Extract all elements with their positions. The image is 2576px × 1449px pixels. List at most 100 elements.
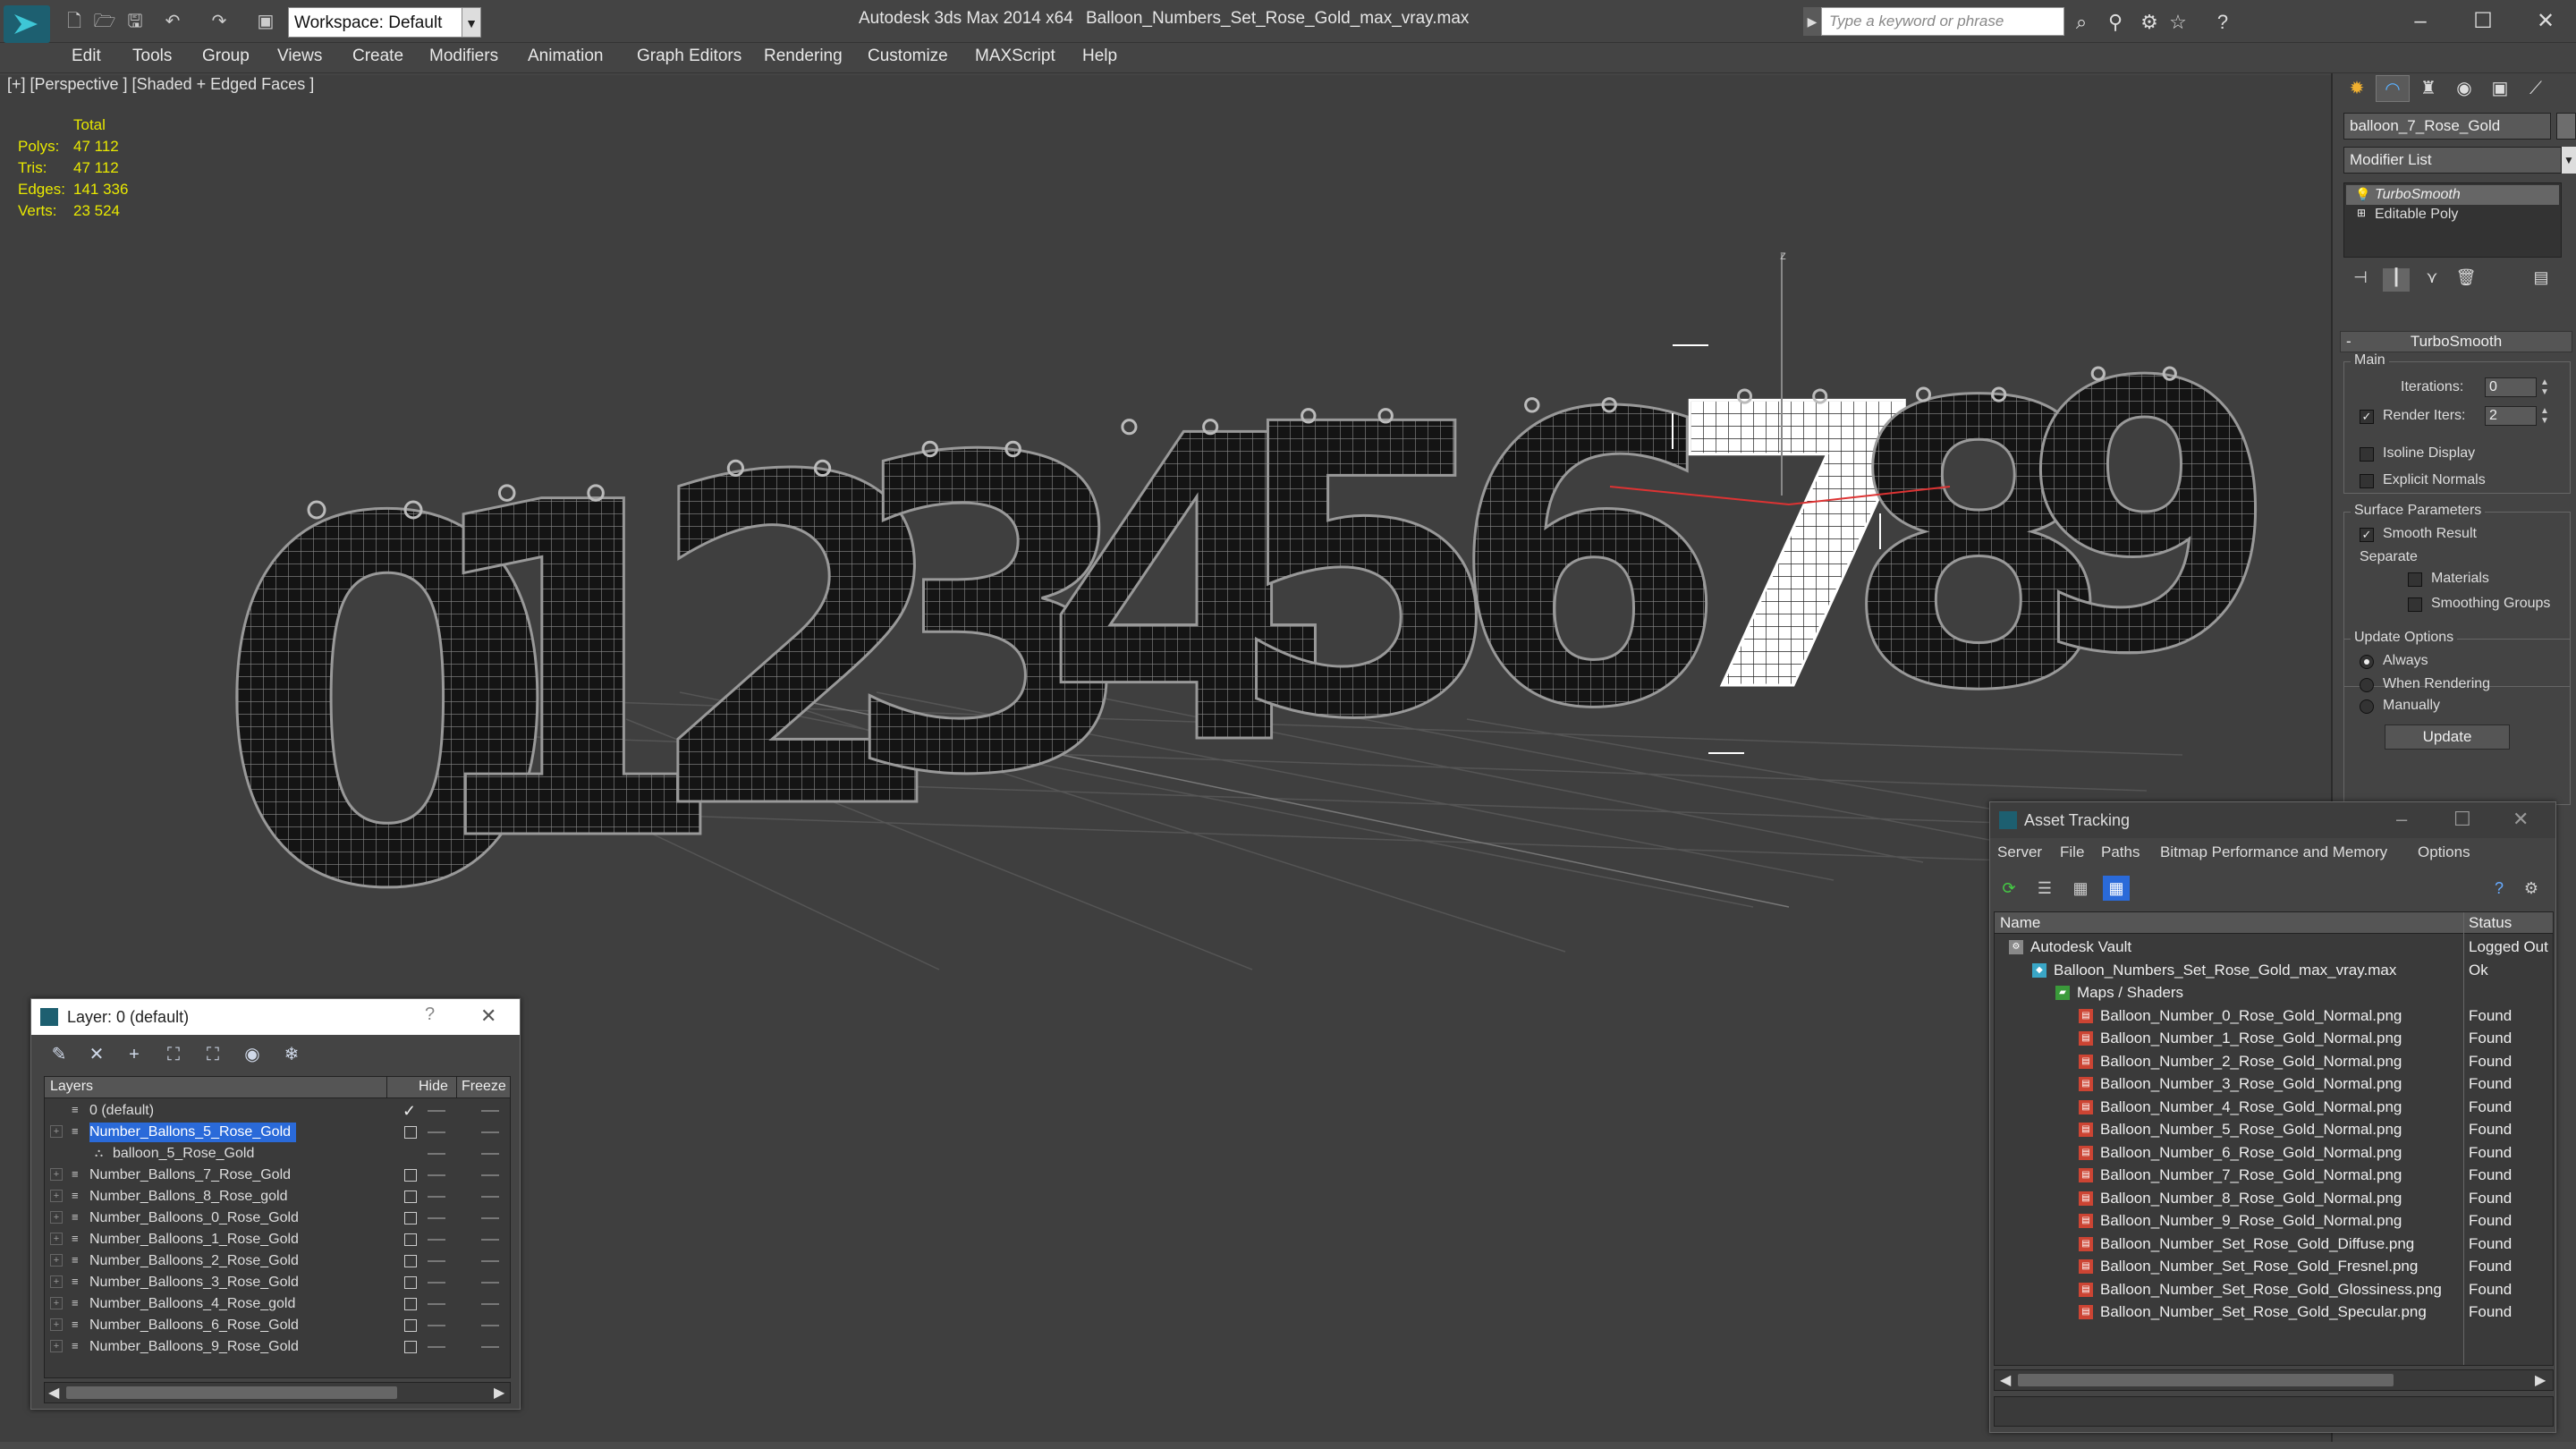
always-radio[interactable] xyxy=(2360,655,2374,669)
hide-dash[interactable] xyxy=(428,1110,445,1112)
expand-icon[interactable]: + xyxy=(50,1254,63,1267)
asset-row[interactable]: ▤ Balloon_Number_6_Rose_Gold_Normal.png Fo… xyxy=(1995,1141,2553,1164)
asset-name[interactable]: Balloon_Number_Set_Rose_Gold_Specular.pn… xyxy=(2100,1301,2427,1323)
save-file-icon[interactable]: 🖫 xyxy=(123,11,147,32)
freeze-dash[interactable] xyxy=(481,1282,499,1284)
help-icon[interactable]: ? xyxy=(2209,9,2236,36)
freeze-dash[interactable] xyxy=(481,1131,499,1133)
scroll-thumb[interactable] xyxy=(66,1386,397,1399)
display-tab-icon[interactable]: ▣ xyxy=(2483,75,2517,102)
freeze-dash[interactable] xyxy=(481,1325,499,1326)
asset-name[interactable]: Balloon_Number_6_Rose_Gold_Normal.png xyxy=(2100,1141,2402,1164)
hide-toggle[interactable] xyxy=(404,1319,417,1332)
asset-row[interactable]: ▤ Balloon_Number_4_Rose_Gold_Normal.png Fo… xyxy=(1995,1096,2553,1118)
search-input[interactable]: Type a keyword or phrase xyxy=(1821,7,2064,36)
layer-name[interactable]: Number_Balloons_2_Rose_Gold xyxy=(89,1251,304,1271)
materials-checkbox[interactable] xyxy=(2408,572,2422,587)
col-name[interactable]: Name xyxy=(2000,914,2040,932)
expand-icon[interactable]: + xyxy=(50,1318,63,1331)
asset-row[interactable]: ▤ Balloon_Number_1_Rose_Gold_Normal.png Fo… xyxy=(1995,1027,2553,1049)
hide-dash[interactable] xyxy=(428,1239,445,1241)
spinner-arrows-icon[interactable]: ▲ ▼ xyxy=(2538,406,2551,426)
help-icon[interactable]: ? xyxy=(2486,876,2512,901)
open-file-icon[interactable]: 🗁 xyxy=(93,11,116,32)
hide-toggle[interactable] xyxy=(404,1255,417,1267)
asset-row[interactable]: ▤ Balloon_Number_Set_Rose_Gold_Specular.p… xyxy=(1995,1301,2553,1323)
hide-dash[interactable] xyxy=(428,1303,445,1305)
hide-dash[interactable] xyxy=(428,1260,445,1262)
layer-row[interactable]: + ≡ Number_Balloons_1_Rose_Gold xyxy=(45,1229,510,1250)
undo-icon[interactable]: ↶ xyxy=(161,11,184,32)
create-layer-icon[interactable]: ✎ xyxy=(44,1042,74,1067)
asset-name[interactable]: Maps / Shaders xyxy=(2077,981,2183,1004)
workspace-dropdown[interactable]: Workspace: Default xyxy=(288,7,479,38)
hide-toggle[interactable] xyxy=(404,1298,417,1310)
expand-plus-icon[interactable]: ⊞ xyxy=(2357,207,2366,219)
menu-help[interactable]: Help xyxy=(1082,47,1117,66)
show-end-result-icon[interactable]: ┃ xyxy=(2383,268,2410,292)
freeze-dash[interactable] xyxy=(481,1174,499,1176)
hide-toggle[interactable] xyxy=(404,1126,417,1139)
layer-name[interactable]: Number_Ballons_5_Rose_Gold xyxy=(89,1123,297,1142)
col-layers[interactable]: Layers xyxy=(50,1079,93,1095)
asset-menu-options[interactable]: Options xyxy=(2418,843,2470,861)
scroll-thumb[interactable] xyxy=(2018,1374,2394,1386)
freeze-all-layers-icon[interactable]: ❄ xyxy=(276,1042,307,1067)
add-to-layer-icon[interactable]: + xyxy=(119,1042,149,1067)
settings-icon[interactable]: ⚙ xyxy=(2518,876,2545,901)
expand-icon[interactable]: + xyxy=(50,1233,63,1245)
layer-row[interactable]: + ≡ Number_Balloons_4_Rose_gold xyxy=(45,1293,510,1315)
asset-menu-paths[interactable]: Paths xyxy=(2101,843,2140,861)
menu-modifiers[interactable]: Modifiers xyxy=(429,47,498,66)
balloon-digit-9[interactable]: 9 xyxy=(2021,303,2281,737)
turbosmooth-rollout-header[interactable]: - TurboSmooth xyxy=(2340,331,2572,352)
refresh-icon[interactable]: ⟳ xyxy=(1996,876,2022,901)
subscription-icon[interactable]: ⚲ xyxy=(2102,9,2129,36)
freeze-dash[interactable] xyxy=(481,1239,499,1241)
layer-name[interactable]: Number_Balloons_1_Rose_Gold xyxy=(89,1230,304,1250)
expand-icon[interactable]: + xyxy=(50,1275,63,1288)
asset-name[interactable]: Balloon_Number_Set_Rose_Gold_Diffuse.png xyxy=(2100,1233,2414,1255)
asset-name[interactable]: Balloon_Numbers_Set_Rose_Gold_max_vray.m… xyxy=(2054,959,2396,981)
asset-row[interactable]: ▤ Balloon_Number_Set_Rose_Gold_Fresnel.pn… xyxy=(1995,1255,2553,1277)
scroll-right-icon[interactable]: ▶ xyxy=(494,1384,504,1402)
hide-dash[interactable] xyxy=(428,1196,445,1198)
update-button[interactable]: Update xyxy=(2385,724,2510,750)
expand-icon[interactable]: + xyxy=(50,1125,63,1138)
redo-icon[interactable]: ↷ xyxy=(208,11,231,32)
asset-row[interactable]: ▤ Balloon_Number_Set_Rose_Gold_Diffuse.pn… xyxy=(1995,1233,2553,1255)
manually-radio[interactable] xyxy=(2360,699,2374,714)
create-tab-icon[interactable]: ✹ xyxy=(2340,75,2374,102)
menu-customize[interactable]: Customize xyxy=(868,47,948,66)
menu-animation[interactable]: Animation xyxy=(528,47,604,66)
freeze-dash[interactable] xyxy=(481,1303,499,1305)
expand-icon[interactable]: + xyxy=(50,1297,63,1309)
render-iters-checkbox[interactable]: ✓ xyxy=(2360,410,2374,424)
communication-icon[interactable]: ⚙ xyxy=(2136,9,2163,36)
asset-row[interactable]: ▤ Balloon_Number_2_Rose_Gold_Normal.png Fo… xyxy=(1995,1050,2553,1072)
asset-row[interactable]: ◆ Balloon_Numbers_Set_Rose_Gold_max_vray.… xyxy=(1995,959,2553,981)
active-check-icon[interactable]: ✓ xyxy=(402,1100,416,1122)
menu-rendering[interactable]: Rendering xyxy=(764,47,843,66)
layer-name[interactable]: Number_Balloons_0_Rose_Gold xyxy=(89,1208,304,1228)
hide-toggle[interactable] xyxy=(404,1212,417,1224)
chevron-down-icon[interactable]: ▼ xyxy=(2562,147,2576,174)
asset-menu-file[interactable]: File xyxy=(2060,843,2084,861)
stack-item-turbosmooth[interactable]: TurboSmooth xyxy=(2346,185,2559,205)
layer-name[interactable]: 0 (default) xyxy=(89,1101,159,1121)
list-view-icon[interactable]: ☰ xyxy=(2031,876,2058,901)
select-in-layer-icon[interactable]: ⛶ xyxy=(158,1042,189,1067)
motion-tab-icon[interactable]: ◉ xyxy=(2447,75,2481,102)
hide-dash[interactable] xyxy=(428,1131,445,1133)
when-rendering-radio[interactable] xyxy=(2360,678,2374,692)
hierarchy-tab-icon[interactable]: ♜ xyxy=(2411,75,2445,102)
col-status[interactable]: Status xyxy=(2469,914,2512,932)
asset-row[interactable]: ▰ Maps / Shaders xyxy=(1995,981,2553,1004)
minimize-icon[interactable]: – xyxy=(2396,808,2407,831)
search-expand-icon[interactable]: ▶ xyxy=(1803,7,1821,36)
modifier-list-dropdown[interactable]: Modifier List xyxy=(2343,147,2562,174)
asset-row[interactable]: ▤ Balloon_Number_7_Rose_Gold_Normal.png Fo… xyxy=(1995,1164,2553,1186)
layer-row[interactable]: ≡ 0 (default) ✓ xyxy=(45,1100,510,1122)
asset-name[interactable]: Balloon_Number_7_Rose_Gold_Normal.png xyxy=(2100,1164,2402,1186)
maximize-icon[interactable]: ☐ xyxy=(2453,808,2471,831)
